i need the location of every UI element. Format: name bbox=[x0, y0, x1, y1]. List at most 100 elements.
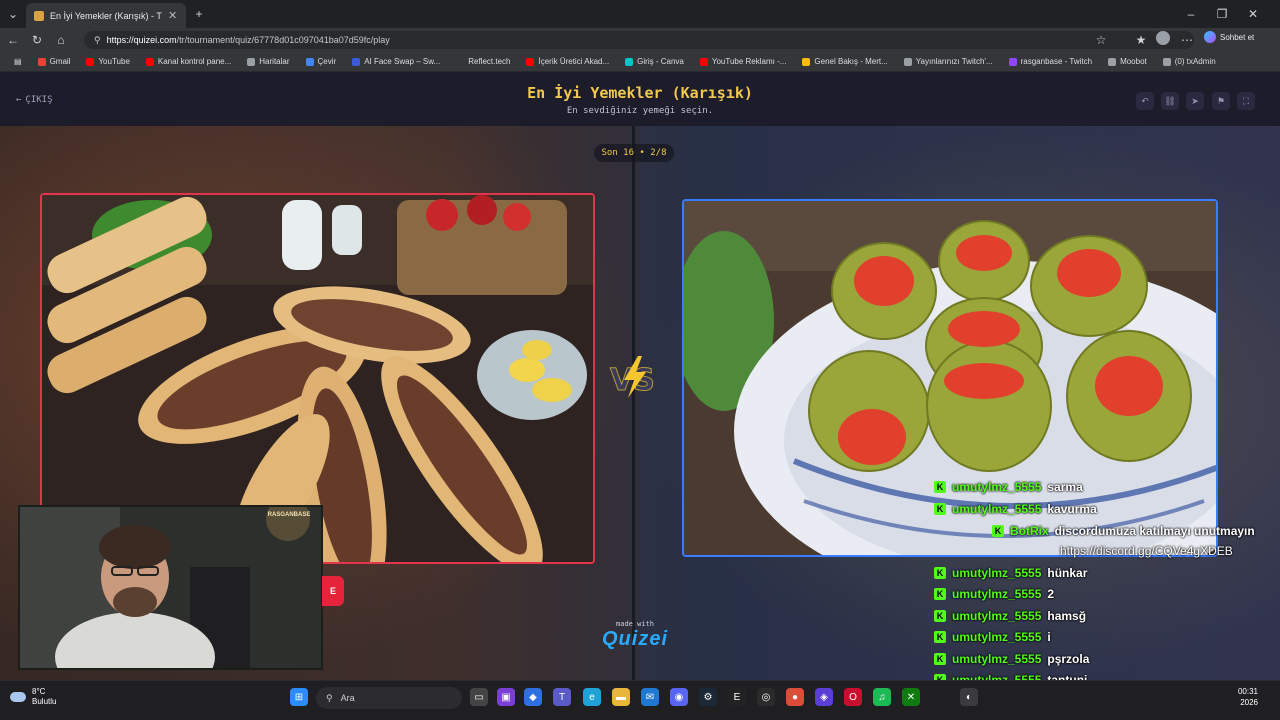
kick-icon: K bbox=[934, 610, 946, 622]
clock-date: 2026 bbox=[1240, 698, 1258, 707]
steam-icon[interactable]: ⚙ bbox=[699, 688, 717, 706]
weather-desc: Bulutlu bbox=[32, 697, 57, 706]
bookmarks-bar: ▤ Gmail YouTube Kanal kontrol pane... Harit… bbox=[0, 52, 1280, 72]
undo-icon[interactable]: ↶ bbox=[1136, 92, 1154, 110]
bookmark-favicon-icon bbox=[625, 57, 634, 66]
chat-link[interactable]: https://discord.gg/CQVe4gXDEB bbox=[1060, 544, 1233, 558]
flag-icon[interactable]: ⚑ bbox=[1212, 92, 1230, 110]
bookmark-label: Haritalar bbox=[259, 57, 290, 66]
bookmark-collections-icon[interactable]: ▤ bbox=[6, 57, 30, 66]
favorite-star-icon[interactable]: ☆ bbox=[1090, 29, 1112, 51]
bookmark-item[interactable]: Çevir bbox=[298, 57, 345, 66]
webcam-overlay: RASGANBASE bbox=[18, 505, 323, 670]
teams-icon[interactable]: T bbox=[553, 688, 571, 706]
bookmark-label: Kanal kontrol pane... bbox=[157, 57, 232, 66]
bookmark-favicon-icon bbox=[145, 57, 154, 66]
chat-message-continuation: https://discord.gg/CQVe4gXDEB bbox=[1060, 544, 1233, 558]
bookmark-favicon-icon bbox=[352, 57, 361, 66]
bookmark-item[interactable]: Giriş - Canva bbox=[617, 57, 692, 66]
search-placeholder: Ara bbox=[340, 693, 355, 703]
bookmark-label: Gmail bbox=[49, 57, 71, 66]
weather-widget[interactable]: 8°C Bulutlu bbox=[10, 687, 56, 707]
kick-icon: K bbox=[934, 567, 946, 579]
bookmark-label: AI Face Swap – Sw... bbox=[364, 57, 441, 66]
xbox-icon[interactable]: ✕ bbox=[902, 688, 920, 706]
outlook-icon[interactable]: ✉ bbox=[641, 688, 659, 706]
obs-icon[interactable]: ◐ bbox=[960, 688, 978, 706]
bookmark-favicon-icon bbox=[1108, 57, 1117, 66]
bookmark-item[interactable]: Genel Bakış - Mert... bbox=[794, 57, 895, 66]
link-icon[interactable]: ⛓ bbox=[1161, 92, 1179, 110]
tab-close-icon[interactable]: ✕ bbox=[168, 9, 177, 22]
chat-message: Kumutylmz_5555 sarma bbox=[934, 480, 1083, 494]
bookmark-favicon-icon bbox=[1162, 57, 1171, 66]
bookmark-item[interactable]: (0) txAdmin bbox=[1155, 57, 1224, 66]
chat-message: Kumutylmz_5555 hamsğ bbox=[934, 609, 1086, 623]
copilot-taskbar-icon[interactable]: ◆ bbox=[524, 688, 542, 706]
bookmark-item[interactable]: AI Face Swap – Sw... bbox=[344, 57, 448, 66]
site-info-icon[interactable]: ⚲ bbox=[94, 35, 101, 46]
bookmark-label: Yayınlarınızı Twitch'... bbox=[915, 57, 993, 66]
bookmark-item[interactable]: YouTube Reklamı -... bbox=[692, 57, 795, 66]
profile-avatar[interactable] bbox=[1156, 31, 1170, 45]
close-window-icon[interactable]: ✕ bbox=[1242, 3, 1264, 25]
favorites-icon[interactable]: ★ bbox=[1130, 29, 1152, 51]
back-icon[interactable]: ← bbox=[2, 29, 24, 51]
maximize-icon[interactable]: ❐ bbox=[1211, 3, 1233, 25]
bookmark-favicon-icon bbox=[37, 57, 46, 66]
bookmark-item[interactable]: Moobot bbox=[1100, 57, 1155, 66]
share-icon[interactable]: ➤ bbox=[1186, 92, 1204, 110]
edge-icon[interactable]: e bbox=[583, 688, 601, 706]
reload-icon[interactable]: ↻ bbox=[26, 29, 48, 51]
bookmark-item[interactable]: Gmail bbox=[30, 57, 79, 66]
epic-games-icon[interactable]: E bbox=[728, 688, 746, 706]
app-icon-1[interactable]: ▣ bbox=[497, 688, 515, 706]
tab-active[interactable]: En İyi Yemekler (Karışık) - Tier List ✕ bbox=[26, 3, 186, 28]
tab-list-chevron-icon[interactable]: ⌄ bbox=[2, 3, 24, 25]
discord-icon[interactable]: ◉ bbox=[670, 688, 688, 706]
made-with-label: made with bbox=[616, 620, 654, 628]
weather-temp: 8°C bbox=[32, 687, 46, 696]
more-options-icon[interactable]: ⋯ bbox=[1176, 29, 1198, 51]
taskbar-clock[interactable]: 00:31 2026 bbox=[1218, 686, 1258, 708]
url-input[interactable]: ⚲ https://quizei.com/tr/tournament/quiz/… bbox=[84, 31, 1194, 49]
spotify-icon[interactable]: ♫ bbox=[873, 688, 891, 706]
opera-icon[interactable]: O bbox=[844, 688, 862, 706]
bookmark-item[interactable]: Yayınlarınızı Twitch'... bbox=[896, 57, 1001, 66]
bookmark-favicon-icon bbox=[1008, 57, 1017, 66]
home-icon[interactable]: ⌂ bbox=[50, 29, 72, 51]
cloud-icon bbox=[10, 692, 26, 702]
task-view-icon[interactable]: ▭ bbox=[470, 688, 488, 706]
bookmark-item[interactable]: Kanal kontrol pane... bbox=[138, 57, 239, 66]
vote-button[interactable]: E bbox=[322, 576, 344, 606]
bookmark-item[interactable]: YouTube bbox=[78, 57, 137, 66]
game-controller-icon[interactable]: ◈ bbox=[815, 688, 833, 706]
chat-message: Kumutylmz_5555 kavurma bbox=[934, 502, 1097, 516]
app-icon-2[interactable]: ◎ bbox=[757, 688, 775, 706]
file-explorer-icon[interactable]: ▬ bbox=[612, 688, 630, 706]
bookmark-label: Moobot bbox=[1120, 57, 1147, 66]
bookmark-label: YouTube Reklamı -... bbox=[711, 57, 787, 66]
quizei-logo: Quizei bbox=[601, 628, 668, 650]
bookmark-favicon-icon bbox=[699, 57, 708, 66]
made-with-quizei[interactable]: made with Quizei bbox=[600, 620, 670, 651]
bookmark-item[interactable]: rasganbase - Twitch bbox=[1001, 57, 1100, 66]
bookmark-favicon-icon bbox=[903, 57, 912, 66]
new-tab-icon[interactable]: + bbox=[188, 3, 210, 25]
minimize-icon[interactable]: – bbox=[1180, 3, 1202, 25]
bookmark-favicon-icon bbox=[526, 57, 535, 66]
fullscreen-icon[interactable]: ⛶ bbox=[1237, 92, 1255, 110]
chrome-icon[interactable]: ● bbox=[786, 688, 804, 706]
copilot-button[interactable]: Sohbet et bbox=[1204, 31, 1254, 43]
chat-username: umutylmz_5555 bbox=[952, 609, 1042, 623]
taskbar-search[interactable]: ⚲ Ara bbox=[316, 687, 462, 709]
chat-username: umutylmz_5555 bbox=[952, 566, 1042, 580]
bookmark-item[interactable]: İçerik Üretici Akad... bbox=[518, 57, 617, 66]
bookmark-item[interactable]: Haritalar bbox=[239, 57, 297, 66]
center-divider bbox=[632, 126, 635, 680]
bookmark-item[interactable]: Reflect.tech bbox=[448, 57, 518, 66]
chat-text: sarma bbox=[1047, 480, 1083, 494]
chat-text: kavurma bbox=[1047, 502, 1097, 516]
tab-title: En İyi Yemekler (Karışık) - Tier List bbox=[50, 10, 162, 21]
start-icon[interactable]: ⊞ bbox=[290, 688, 308, 706]
